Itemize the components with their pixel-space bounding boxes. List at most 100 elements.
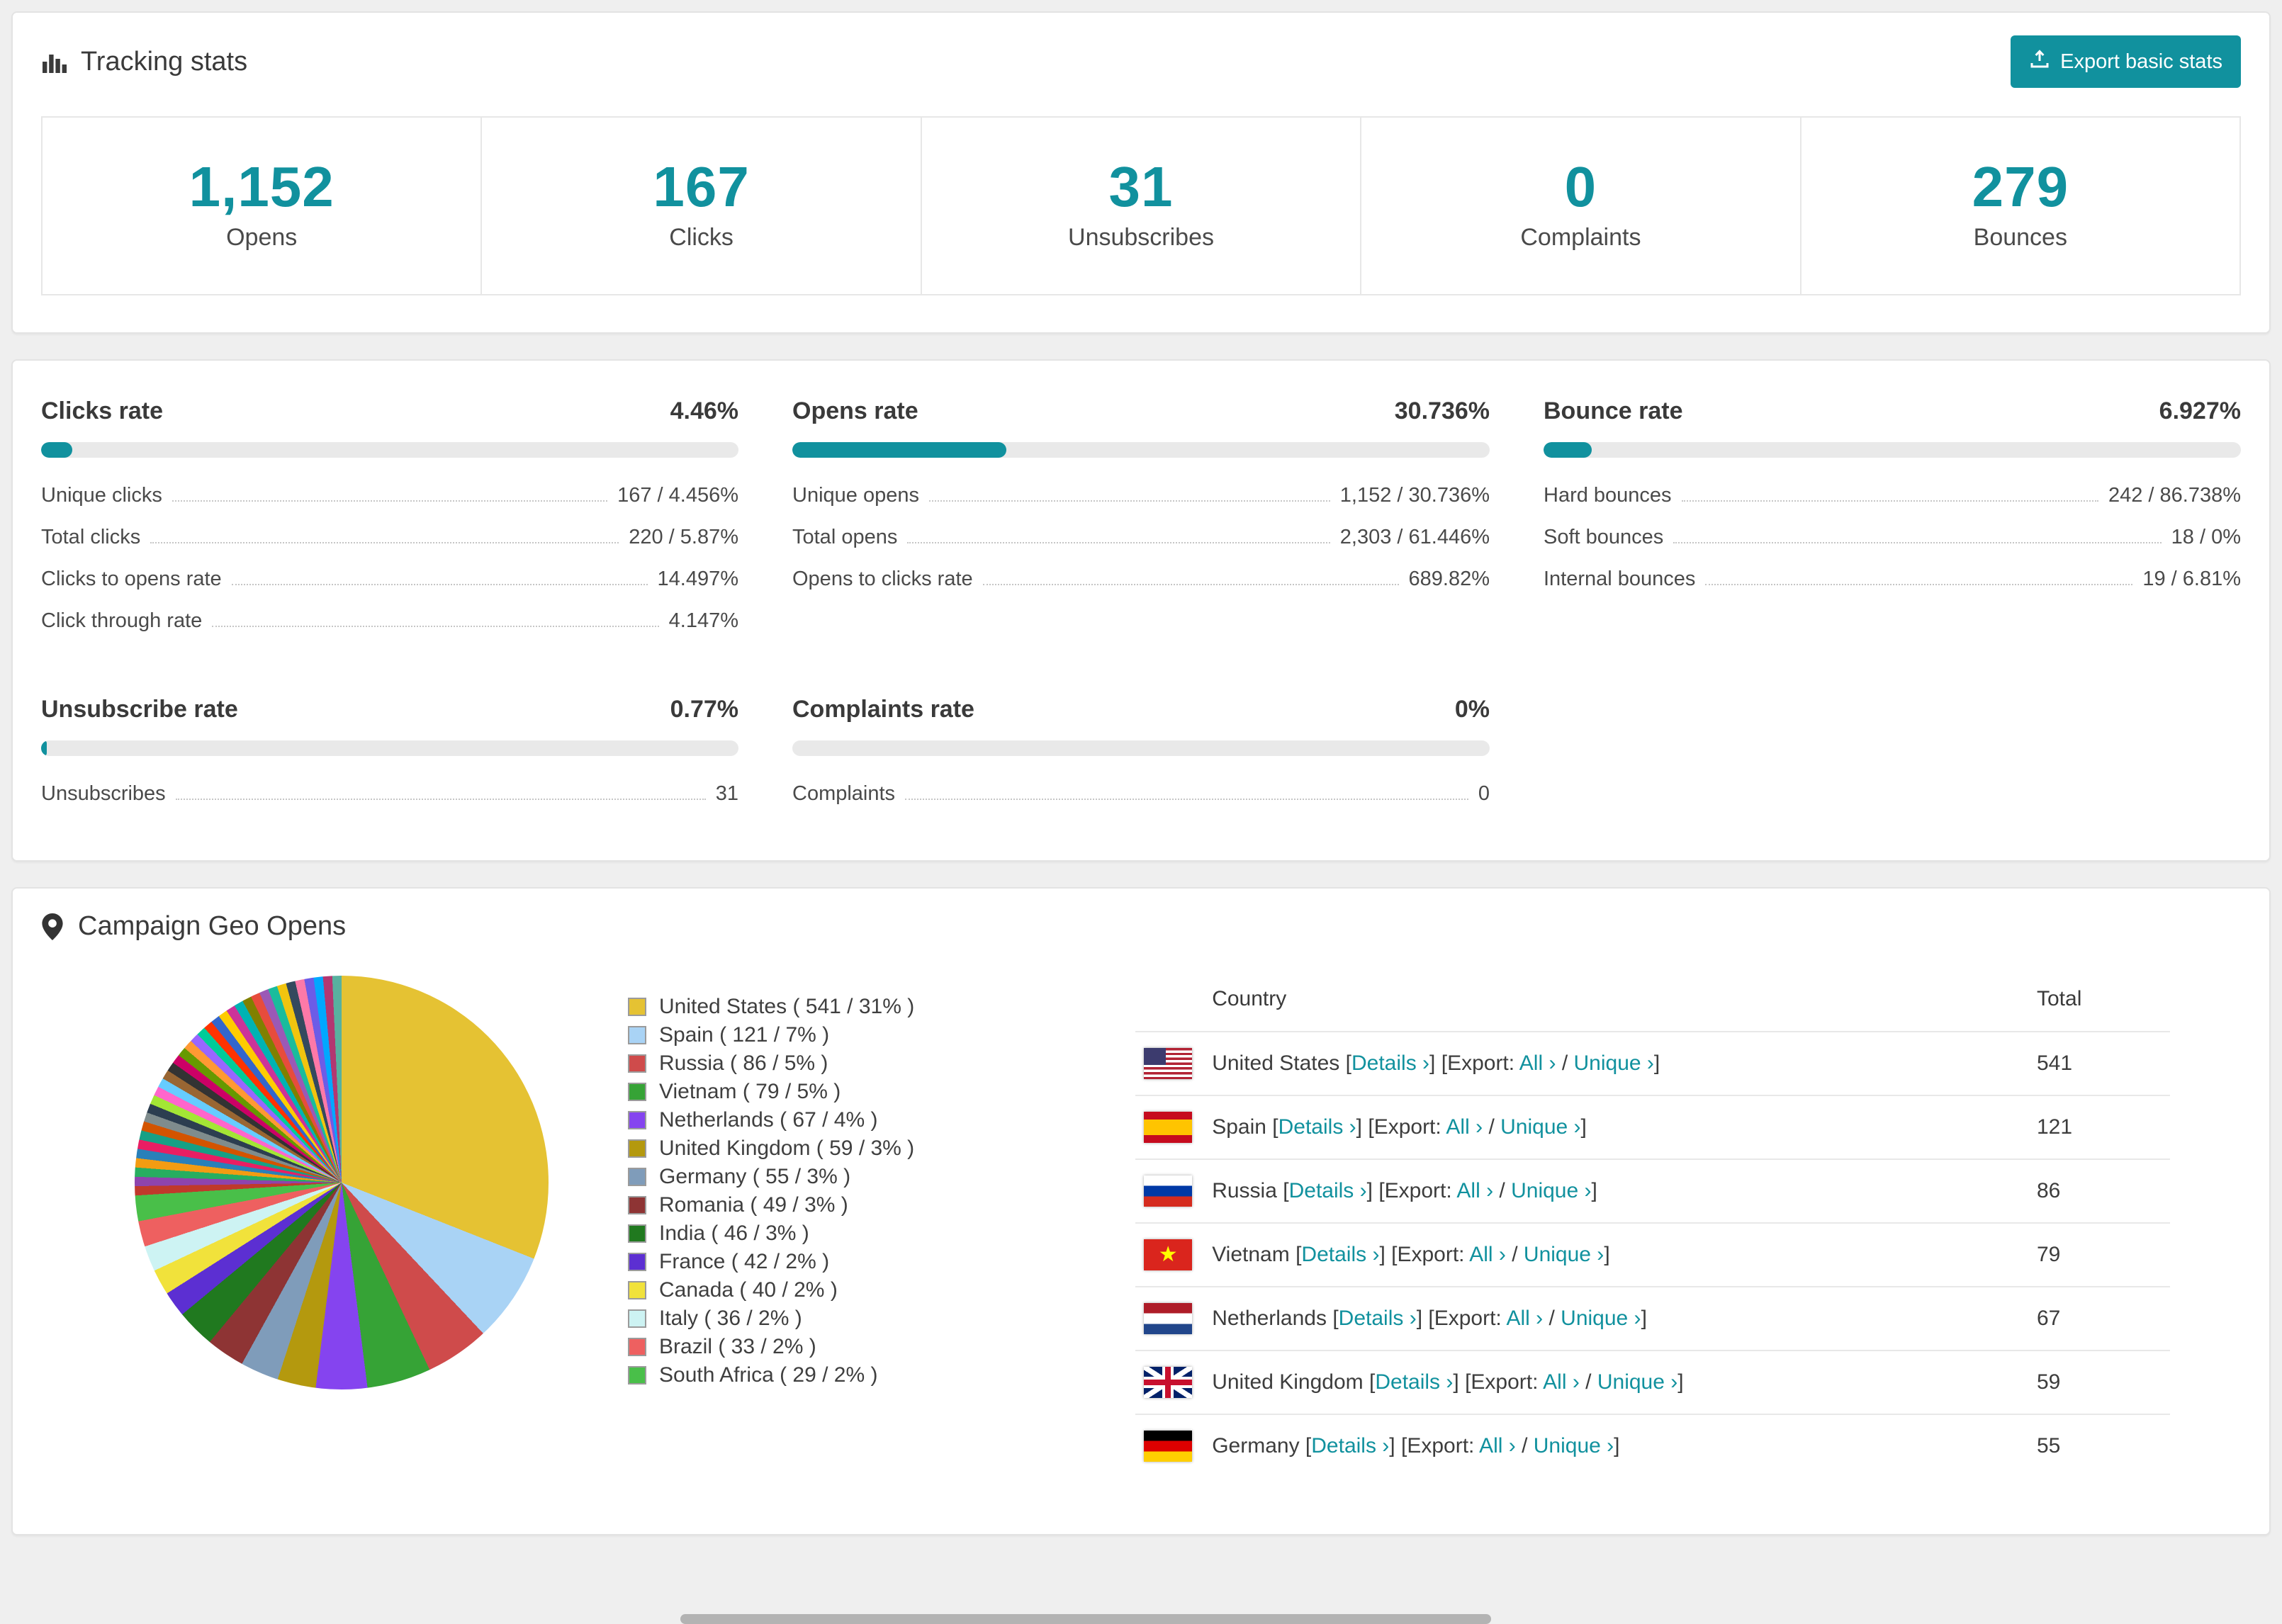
export-separator: / xyxy=(1522,1434,1528,1457)
rate-head: Clicks rate 4.46% xyxy=(41,397,738,425)
geo-table-row: Vietnam [Details ›] [Export: All › / Uni… xyxy=(1135,1222,2170,1287)
rate-title: Opens rate xyxy=(792,397,918,424)
country-name: Spain xyxy=(1212,1115,1266,1139)
stat-value: 0 xyxy=(1564,155,1597,218)
flag-cell xyxy=(1135,1350,1204,1414)
rate-detail-value: 19 / 6.81% xyxy=(2142,568,2241,590)
geo-table-body: United States [Details ›] [Export: All ›… xyxy=(1135,1031,2170,1477)
rate-detail-row: Complaints 0 xyxy=(792,773,1490,815)
rate-detail-label: Complaints xyxy=(792,782,896,805)
rate-value: 30.736% xyxy=(1394,397,1490,424)
export-all-link[interactable]: All › xyxy=(1506,1307,1543,1330)
bracket-close: ] xyxy=(1580,1115,1587,1139)
rate-value: 4.46% xyxy=(670,397,738,424)
rate-title: Complaints rate xyxy=(792,696,974,723)
dotted-leader xyxy=(928,500,1330,502)
details-link[interactable]: Details › xyxy=(1301,1243,1379,1266)
geo-table: Country Total United States [Details ›] … xyxy=(1135,962,2170,1477)
rate-detail-value: 2,303 / 61.446% xyxy=(1339,526,1490,548)
legend-item: Brazil ( 33 / 2% ) xyxy=(628,1333,914,1361)
export-unique-link[interactable]: Unique › xyxy=(1524,1243,1604,1266)
stat-box: 31 Unsubscribes xyxy=(922,118,1362,294)
dotted-leader xyxy=(907,542,1330,543)
country-cell: Germany [Details ›] [Export: All › / Uni… xyxy=(1203,1414,2028,1477)
export-separator: / xyxy=(1488,1115,1495,1139)
export-unique-link[interactable]: Unique › xyxy=(1534,1434,1614,1457)
geo-body: United States ( 541 / 31% ) Spain ( 121 … xyxy=(13,956,2269,1534)
dotted-leader xyxy=(982,584,1399,585)
export-unique-link[interactable]: Unique › xyxy=(1574,1051,1654,1075)
legend-label: Spain ( 121 / 7% ) xyxy=(659,1023,830,1047)
stat-value: 279 xyxy=(1972,155,2069,218)
export-unique-link[interactable]: Unique › xyxy=(1500,1115,1580,1139)
export-basic-stats-label: Export basic stats xyxy=(2060,50,2222,73)
export-all-link[interactable]: All › xyxy=(1456,1179,1493,1202)
export-unique-link[interactable]: Unique › xyxy=(1511,1179,1591,1202)
rate-rows: Unique clicks 167 / 4.456% Total clicks 220… xyxy=(41,475,738,642)
dotted-leader xyxy=(1673,542,2162,543)
rate-detail-row: Clicks to opens rate 14.497% xyxy=(41,558,738,600)
export-prefix: Export: xyxy=(1373,1115,1441,1139)
legend-item: United States ( 541 / 31% ) xyxy=(628,993,914,1021)
country-name: United States xyxy=(1212,1051,1340,1075)
rate-head: Unsubscribe rate 0.77% xyxy=(41,696,738,723)
tracking-stats-header: Tracking stats Export basic stats xyxy=(13,13,2269,102)
rate-detail-row: Click through rate 4.147% xyxy=(41,600,738,642)
rate-detail-label: Total opens xyxy=(792,526,898,548)
export-unique-link[interactable]: Unique › xyxy=(1597,1370,1677,1394)
export-all-link[interactable]: All › xyxy=(1446,1115,1483,1139)
country-total: 79 xyxy=(2028,1222,2170,1287)
rate-title: Unsubscribe rate xyxy=(41,696,238,723)
stat-box: 1,152 Opens xyxy=(43,118,483,294)
rate-panel: Complaints rate 0% Complaints 0 xyxy=(792,696,1490,815)
rate-head: Bounce rate 6.927% xyxy=(1544,397,2241,425)
rate-detail-label: Soft bounces xyxy=(1544,526,1664,548)
bracket-open: [ xyxy=(1272,1115,1278,1139)
rate-detail-value: 18 / 0% xyxy=(2171,526,2241,548)
details-link[interactable]: Details › xyxy=(1278,1115,1356,1139)
export-all-link[interactable]: All › xyxy=(1469,1243,1506,1266)
export-unique-link[interactable]: Unique › xyxy=(1561,1307,1641,1330)
export-basic-stats-button[interactable]: Export basic stats xyxy=(2011,35,2241,88)
details-link[interactable]: Details › xyxy=(1311,1434,1389,1457)
dotted-leader xyxy=(1681,500,2098,502)
details-link[interactable]: Details › xyxy=(1289,1179,1367,1202)
legend-swatch xyxy=(628,1309,646,1328)
export-all-link[interactable]: All › xyxy=(1519,1051,1556,1075)
details-link[interactable]: Details › xyxy=(1339,1307,1417,1330)
geo-header: Campaign Geo Opens xyxy=(13,889,2269,956)
country-cell: United States [Details ›] [Export: All ›… xyxy=(1203,1031,2028,1095)
rate-detail-value: 220 / 5.87% xyxy=(629,526,738,548)
rate-panel: Unsubscribe rate 0.77% Unsubscribes 31 xyxy=(41,696,738,815)
rate-detail-label: Clicks to opens rate xyxy=(41,568,222,590)
flag-cell xyxy=(1135,1031,1204,1095)
details-link[interactable]: Details › xyxy=(1351,1051,1429,1075)
export-separator: / xyxy=(1499,1179,1505,1202)
bracket-close: ] xyxy=(1453,1370,1459,1394)
rate-panel: Clicks rate 4.46% Unique clicks 167 / 4.4… xyxy=(41,397,738,642)
legend-item: Italy ( 36 / 2% ) xyxy=(628,1304,914,1333)
legend-swatch xyxy=(628,1224,646,1243)
details-link[interactable]: Details › xyxy=(1375,1370,1453,1394)
rate-detail-row: Unsubscribes 31 xyxy=(41,773,738,815)
rate-value: 6.927% xyxy=(2159,397,2241,424)
export-all-link[interactable]: All › xyxy=(1479,1434,1516,1457)
country-cell: Spain [Details ›] [Export: All › / Uniqu… xyxy=(1203,1095,2028,1159)
dotted-leader xyxy=(231,584,648,585)
stats-row: 1,152 Opens 167 Clicks 31 Unsubscribes 0… xyxy=(41,116,2241,295)
stat-value: 1,152 xyxy=(189,155,335,218)
horizontal-scrollbar-thumb[interactable] xyxy=(680,1614,1491,1624)
export-all-link[interactable]: All › xyxy=(1543,1370,1580,1394)
country-total: 86 xyxy=(2028,1158,2170,1223)
legend-item: South Africa ( 29 / 2% ) xyxy=(628,1361,914,1389)
bracket-open: [ xyxy=(1305,1434,1312,1457)
progress-bar xyxy=(1544,442,2241,458)
bracket-open: [ xyxy=(1345,1051,1351,1075)
flag-cell xyxy=(1135,1414,1204,1477)
progress-fill xyxy=(1544,442,1592,458)
bracket-close: ] xyxy=(1389,1434,1395,1457)
legend-item: Russia ( 86 / 5% ) xyxy=(628,1049,914,1078)
progress-bar xyxy=(41,442,738,458)
dotted-leader xyxy=(1705,584,2133,585)
stat-box: 167 Clicks xyxy=(482,118,922,294)
